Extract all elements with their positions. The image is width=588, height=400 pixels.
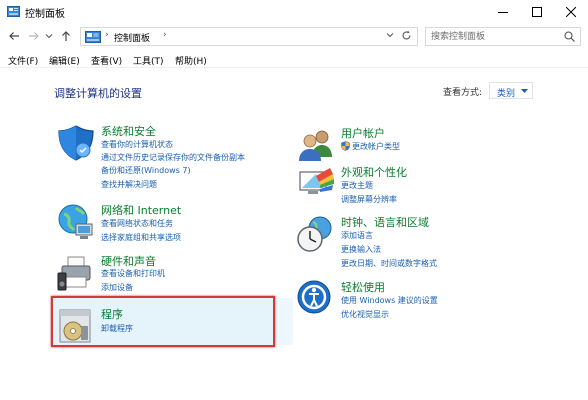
maximize-button[interactable] (520, 0, 554, 24)
category-appearance: 外观和个性化 更改主题 调整屏幕分辨率 (296, 164, 496, 206)
up-button[interactable] (58, 28, 74, 44)
link-change-theme[interactable]: 更改主题 (341, 180, 373, 191)
menu-file[interactable]: 文件(F) (8, 54, 38, 67)
link-file-history[interactable]: 通过文件历史记录保存你的文件备份副本 (101, 152, 245, 163)
menu-view[interactable]: 查看(V) (91, 54, 122, 67)
link-backup-restore[interactable]: 备份和还原(Windows 7) (101, 165, 191, 176)
view-by-value[interactable]: 类别 (497, 86, 515, 99)
category-ease-of-access: 轻松使用 使用 Windows 建议的设置 优化视觉显示 (296, 279, 496, 323)
navigation-bar: › 控制面板 › (0, 24, 588, 48)
link-add-device[interactable]: 添加设备 (101, 282, 133, 293)
category-title[interactable]: 用户帐户 (341, 125, 385, 141)
menu-bar: 文件(F) 编辑(E) 查看(V) 工具(T) 帮助(H) (0, 50, 588, 68)
search-input[interactable] (431, 30, 557, 43)
uac-shield-icon (341, 141, 350, 151)
view-by-select[interactable]: 类别 (489, 82, 533, 99)
minimize-icon (498, 12, 508, 13)
category-clock-language-region: 时钟、语言和区域 添加语言 更换输入法 更改日期、时间或数字格式 (296, 214, 496, 272)
link-homegroup[interactable]: 选择家庭组和共享选项 (101, 232, 181, 243)
category-hardware-sound: 硬件和声音 查看设备和打印机 添加设备 (56, 253, 256, 295)
clock-globe-icon (297, 216, 332, 252)
address-dropdown-button[interactable] (386, 31, 394, 41)
control-panel-app-icon (7, 6, 20, 17)
page-title: 调整计算机的设置 (54, 87, 142, 100)
category-programs[interactable]: 程序 卸载程序 (56, 306, 256, 343)
link-uninstall-program[interactable]: 卸载程序 (101, 323, 133, 334)
arrow-left-icon (9, 32, 19, 40)
link-add-language[interactable]: 添加语言 (341, 230, 373, 241)
search-icon[interactable] (564, 31, 575, 42)
view-by-label: 查看方式: (443, 88, 483, 98)
category-user-accounts: 用户帐户 更改帐户类型 (296, 125, 496, 161)
arrow-up-icon (62, 31, 70, 41)
breadcrumb-separator-icon[interactable]: › (105, 30, 109, 40)
back-button[interactable] (6, 28, 22, 44)
category-title[interactable]: 硬件和声音 (101, 253, 156, 269)
dropdown-arrow-icon[interactable] (521, 89, 528, 93)
monitor-palette-icon (299, 168, 334, 194)
close-icon (566, 7, 576, 17)
arrow-right-icon (29, 32, 39, 40)
link-change-input-method[interactable]: 更换输入法 (341, 244, 381, 255)
forward-button[interactable] (26, 28, 42, 44)
link-optimize-visual[interactable]: 优化视觉显示 (341, 309, 389, 320)
menu-help[interactable]: 帮助(H) (175, 54, 207, 67)
program-disc-icon (59, 309, 91, 343)
link-view-computer-status[interactable]: 查看你的计算机状态 (101, 139, 173, 150)
control-panel-icon (85, 31, 101, 43)
printer-speaker-icon (57, 256, 91, 291)
category-title[interactable]: 时钟、语言和区域 (341, 214, 429, 230)
ease-of-access-icon (297, 280, 331, 314)
window-title: 控制面板 (25, 9, 65, 20)
refresh-button[interactable] (401, 30, 412, 44)
category-network-internet: 网络和 Internet 查看网络状态和任务 选择家庭组和共享选项 (56, 202, 256, 246)
maximize-icon (532, 7, 542, 17)
users-icon (299, 130, 332, 161)
globe-network-icon (58, 204, 93, 239)
recent-locations-button[interactable] (44, 28, 54, 44)
category-title[interactable]: 轻松使用 (341, 279, 385, 295)
title-bar: 控制面板 (0, 0, 588, 24)
category-title[interactable]: 网络和 Internet (101, 202, 181, 218)
breadcrumb-separator-icon[interactable]: › (163, 30, 167, 40)
chevron-down-icon (386, 33, 394, 38)
link-change-account-type[interactable]: 更改帐户类型 (341, 141, 400, 152)
menu-edit[interactable]: 编辑(E) (49, 54, 80, 67)
category-title[interactable]: 外观和个性化 (341, 164, 407, 180)
link-devices-printers[interactable]: 查看设备和打印机 (101, 268, 165, 279)
breadcrumb-control-panel[interactable]: 控制面板 (114, 31, 150, 44)
hover-highlight-extension (275, 298, 293, 345)
category-system-security: 系统和安全 查看你的计算机状态 通过文件历史记录保存你的文件备份副本 备份和还原… (56, 123, 256, 193)
category-title[interactable]: 系统和安全 (101, 123, 156, 139)
category-title[interactable]: 程序 (101, 306, 123, 322)
shield-icon (58, 125, 94, 161)
link-date-time-format[interactable]: 更改日期、时间或数字格式 (341, 258, 437, 269)
minimize-button[interactable] (486, 0, 520, 24)
search-box[interactable] (425, 27, 581, 46)
menu-tools[interactable]: 工具(T) (133, 54, 164, 67)
close-button[interactable] (554, 0, 588, 24)
address-bar[interactable]: › 控制面板 › (80, 27, 418, 46)
link-troubleshoot[interactable]: 查找并解决问题 (101, 179, 157, 190)
refresh-icon (402, 30, 411, 40)
link-network-status[interactable]: 查看网络状态和任务 (101, 218, 173, 229)
chevron-down-icon (45, 34, 53, 39)
link-text[interactable]: 更改帐户类型 (352, 142, 400, 151)
link-screen-resolution[interactable]: 调整屏幕分辨率 (341, 194, 397, 205)
link-recommended-settings[interactable]: 使用 Windows 建议的设置 (341, 295, 438, 306)
